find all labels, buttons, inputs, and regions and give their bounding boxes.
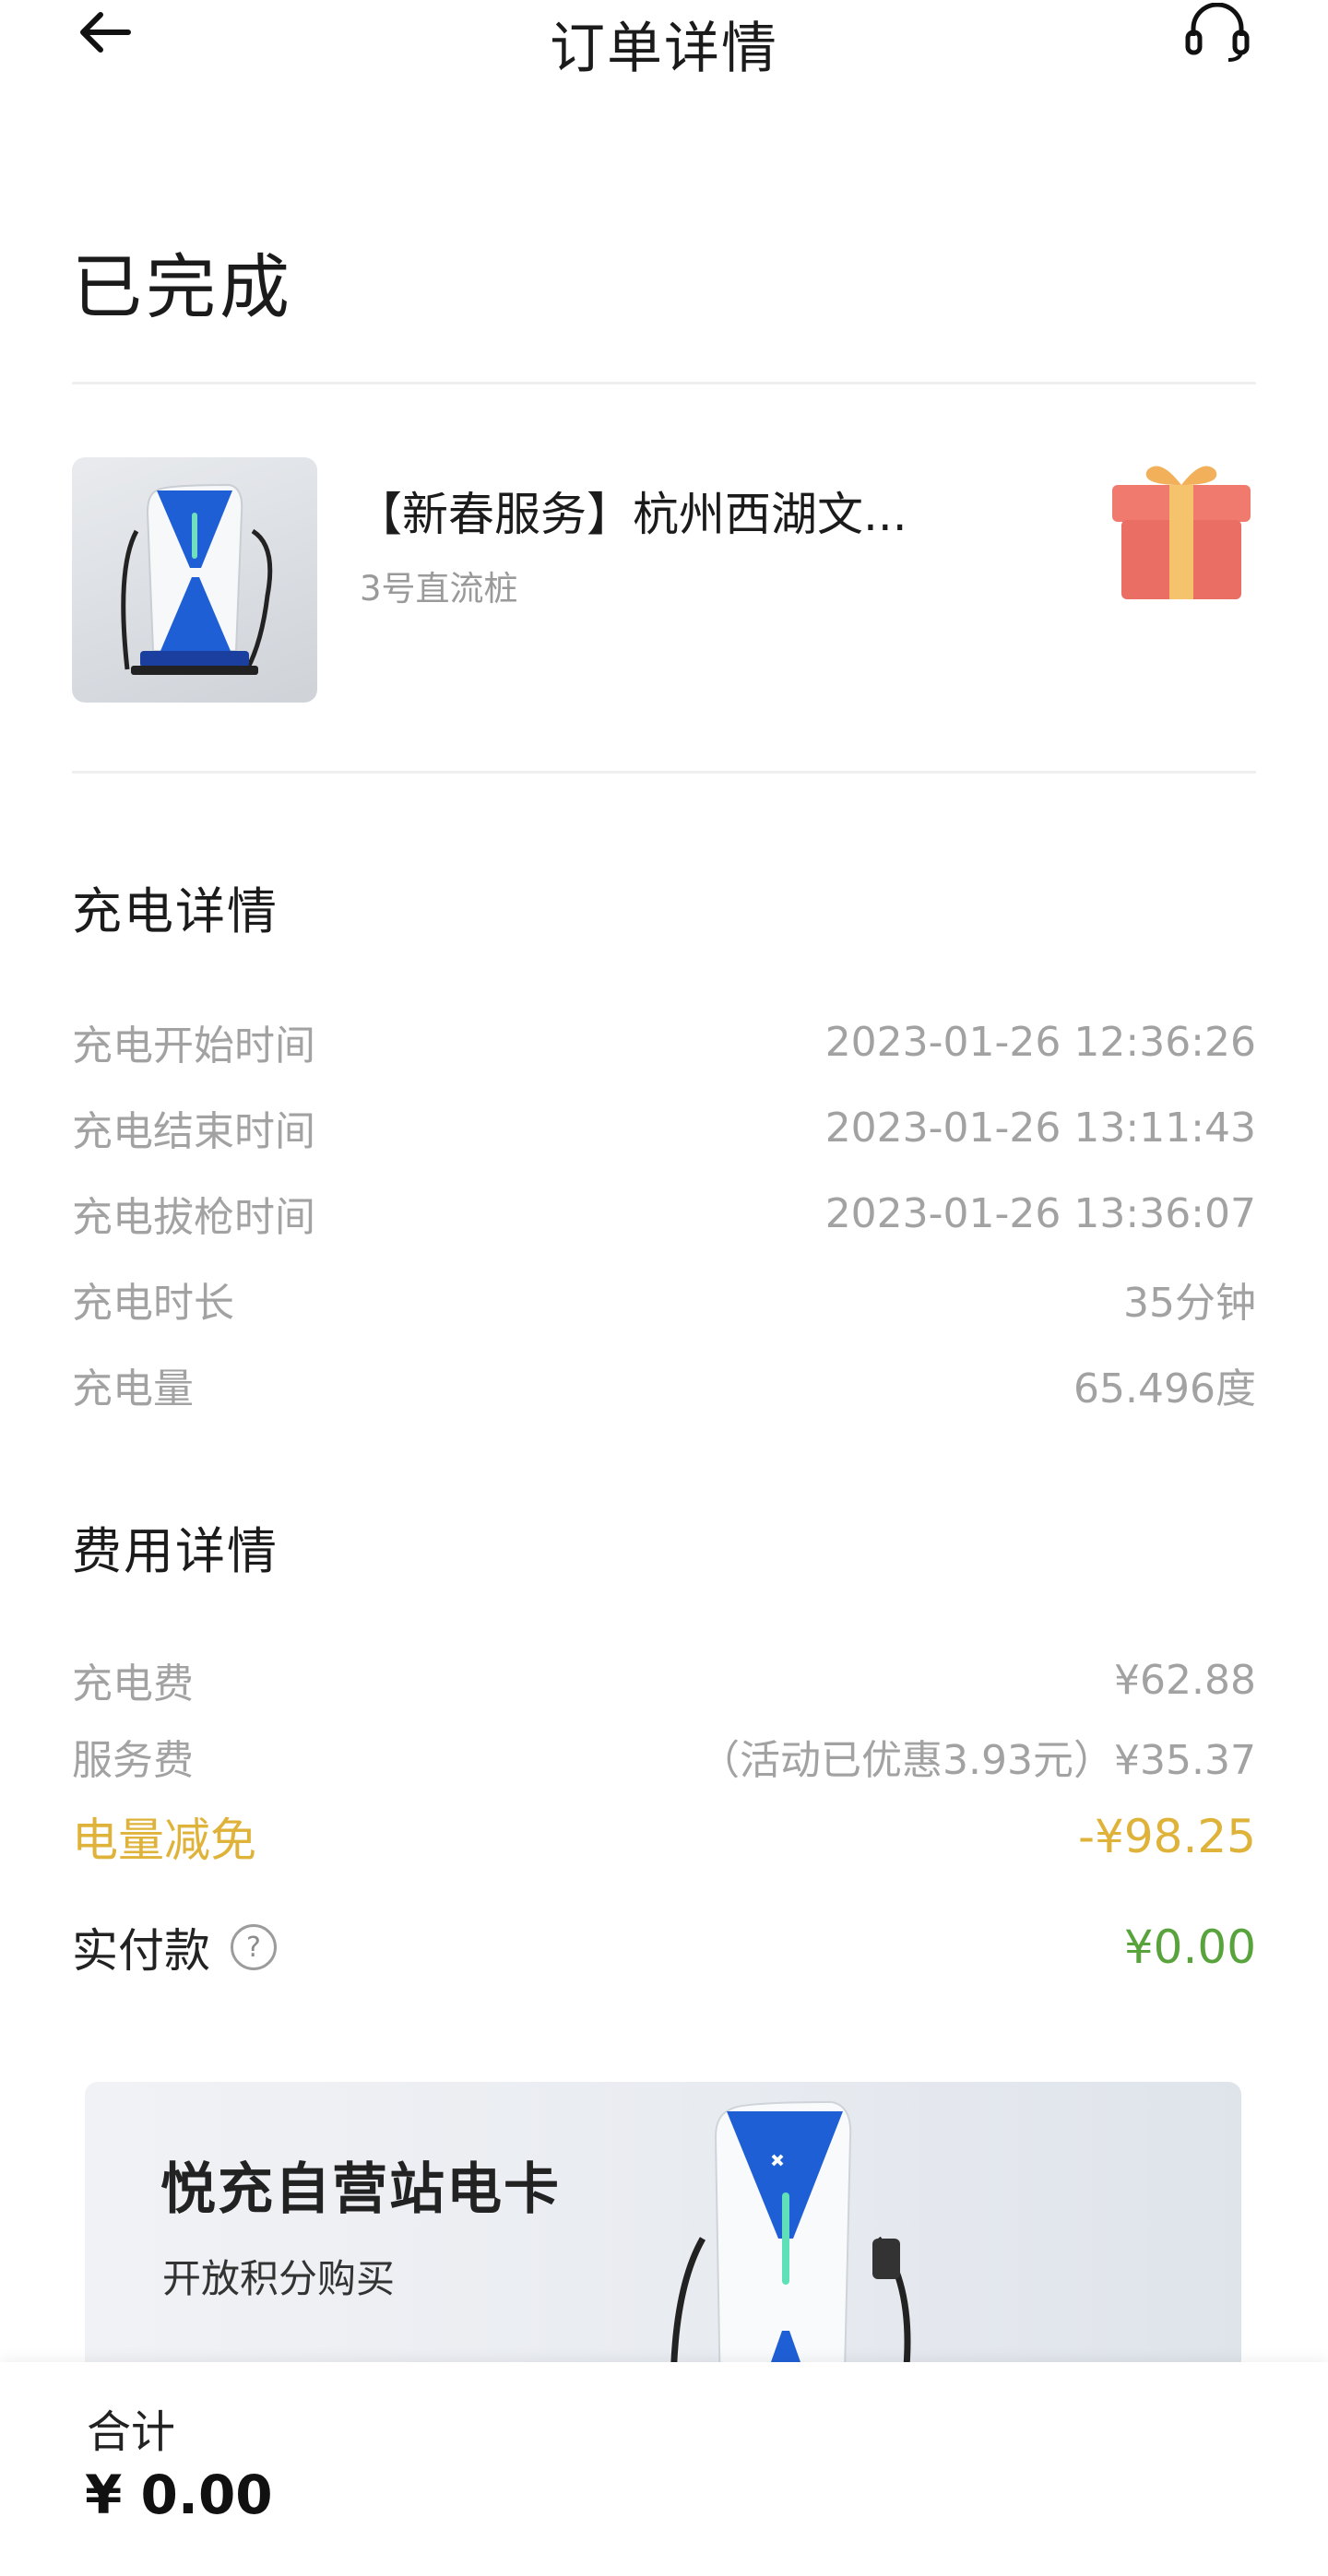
total-amount: ¥ 0.00 — [85, 2464, 273, 2526]
bottom-total-bar: 合计 ¥ 0.00 — [0, 2362, 1328, 2576]
divider — [72, 382, 1256, 384]
station-name: 【新春服务】杭州西湖文... — [356, 488, 907, 541]
gift-icon — [1112, 466, 1251, 599]
help-icon[interactable]: ? — [231, 1924, 277, 1970]
headset-icon — [1185, 3, 1250, 62]
top-bar: 订单详情 — [0, 0, 1328, 83]
row-value: ¥62.88 — [1114, 1656, 1256, 1704]
banner-subtitle: 开放积分购买 — [162, 2256, 396, 2301]
row-value: 2023-01-26 12:36:26 — [824, 1018, 1256, 1066]
row-value: （活动已优惠3.93元）¥35.37 — [699, 1737, 1256, 1784]
row-label: 充电结束时间 — [72, 1108, 315, 1155]
row-value: 35分钟 — [1123, 1280, 1256, 1327]
page-title: 订单详情 — [550, 17, 778, 81]
total-label: 合计 — [87, 2406, 176, 2458]
charging-fee-row: 充电费 ¥62.88 — [72, 1652, 1256, 1708]
row-label: 服务费 — [72, 1737, 194, 1784]
amount-paid-row: 实付款 ? ¥0.00 — [72, 1920, 1256, 1978]
row-value: 2023-01-26 13:36:07 — [824, 1189, 1256, 1237]
row-label: 电量减免 — [72, 1814, 256, 1867]
charge-end-row: 充电结束时间 2023-01-26 13:11:43 — [72, 1100, 1256, 1156]
banner-title: 悦充自营站电卡 — [160, 2157, 561, 2222]
charger-thumbnail — [72, 457, 317, 703]
row-label: 充电开始时间 — [72, 1022, 315, 1069]
row-label: 实付款 — [72, 1924, 210, 1978]
row-label: 充电拔枪时间 — [72, 1194, 315, 1241]
charging-details-title: 充电详情 — [72, 882, 279, 940]
service-fee-row: 服务费 （活动已优惠3.93元）¥35.37 — [72, 1729, 1256, 1784]
charge-duration-row: 充电时长 35分钟 — [72, 1271, 1256, 1327]
row-label: 充电量 — [72, 1365, 194, 1412]
order-status: 已完成 — [72, 246, 293, 328]
customer-service-button[interactable] — [1180, 0, 1254, 65]
row-value: 65.496度 — [1073, 1365, 1256, 1412]
energy-discount-row: 电量减免 -¥98.25 — [72, 1809, 1256, 1867]
row-label: 充电时长 — [72, 1280, 234, 1327]
pile-number: 3号直流桩 — [360, 569, 518, 609]
fee-details-title: 费用详情 — [72, 1522, 279, 1580]
station-card[interactable]: 【新春服务】杭州西湖文... 3号直流桩 — [72, 457, 1256, 703]
charge-amount-row: 充电量 65.496度 — [72, 1357, 1256, 1412]
charge-start-row: 充电开始时间 2023-01-26 12:36:26 — [72, 1014, 1256, 1070]
divider — [72, 771, 1256, 774]
row-value: ¥0.00 — [1123, 1920, 1256, 1974]
row-label: 充电费 — [72, 1660, 194, 1707]
row-value: 2023-01-26 13:11:43 — [824, 1104, 1256, 1152]
unplug-time-row: 充电拔枪时间 2023-01-26 13:36:07 — [72, 1186, 1256, 1242]
row-value: -¥98.25 — [1078, 1810, 1256, 1863]
gift-button[interactable] — [1105, 457, 1258, 605]
